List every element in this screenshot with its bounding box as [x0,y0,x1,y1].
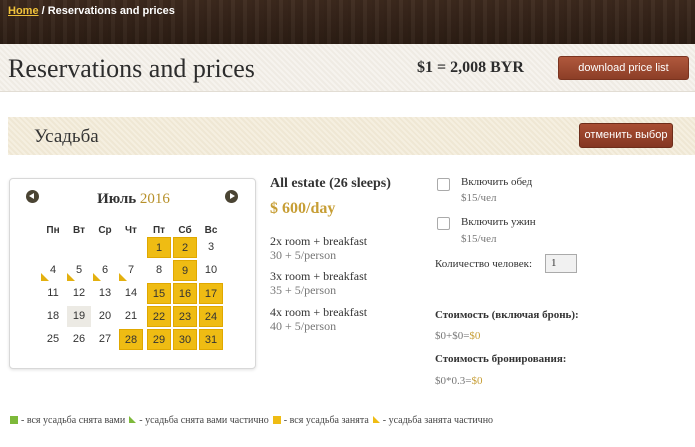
offer-title: All estate (26 sleeps) [270,176,391,191]
calendar-day[interactable]: 13 [93,283,117,304]
legend-item: - вся усадьба занята [272,415,369,426]
weekday-header: Сб [178,225,192,236]
breadcrumb-home-link[interactable]: Home [8,5,39,17]
legend-triangle-icon [372,416,380,423]
calendar-day[interactable]: 6 [93,260,117,281]
calendar-day[interactable]: 7 [119,260,143,281]
calendar-day[interactable]: 25 [41,329,65,350]
weekday-header: Ср [98,225,112,236]
calendar-day[interactable]: 27 [93,329,117,350]
calendar-title: Июль 2016 [10,191,257,208]
booking-cost-expression: $0*0.3= [435,375,472,387]
calendar-day[interactable]: 28 [119,329,143,350]
offer-price: $ 600/day [270,200,336,217]
calendar-day[interactable]: 16 [173,283,197,304]
legend-label: - усадьба занята частично [382,415,494,426]
calendar-day[interactable]: 22 [147,306,171,327]
estate-band: Усадьба отменить выбор [8,117,695,155]
people-count-input[interactable]: 1 [545,254,577,273]
lunch-label: Включить обед [461,176,533,188]
calendar-day[interactable]: 9 [173,260,197,281]
breadcrumb-current: Reservations and prices [47,5,175,17]
breadcrumb-separator: / [38,5,48,17]
legend-item: - усадьба занята частично [372,415,494,426]
calendar-day[interactable]: 21 [119,306,143,327]
legend-square-icon [272,416,281,424]
calendar-day[interactable]: 14 [119,283,143,304]
calendar-day[interactable]: 5 [67,260,91,281]
calendar-day[interactable]: 2 [173,237,197,258]
total-cost-formula: $0+$0=$0 [435,330,480,342]
next-month-icon[interactable] [225,190,238,203]
calendar-day[interactable]: 19 [67,306,91,327]
calendar: Июль 2016 Пн Вт Ср Чт Пт Сб Вс 1 2 3 4 5 6 7 8 9 10 11 12 1… [9,178,256,369]
legend-label: - усадьба снята вами частично [139,415,269,426]
booking-cost-formula: $0*0.3=$0 [435,375,482,387]
cancel-selection-button[interactable]: отменить выбор [579,123,673,148]
option-price: 40 + 5/person [270,319,337,333]
total-cost-expression: $0+$0= [435,330,470,342]
lunch-checkbox[interactable] [437,178,450,191]
calendar-legend: - вся усадьба снята вами - усадьба снята … [10,415,497,426]
dinner-checkbox[interactable] [437,217,450,230]
option-price: 35 + 5/person [270,283,337,297]
legend-label: - вся усадьба снята вами [21,415,126,426]
people-count-label: Количество человек: [435,258,533,270]
calendar-month: Июль [97,191,137,207]
booking-cost-label: Стоимость бронирования: [435,353,567,365]
calendar-day[interactable]: 1 [147,237,171,258]
lunch-price: $15/чел [461,192,497,204]
calendar-day[interactable]: 10 [199,260,223,281]
top-bar: Home / Reservations and prices [0,0,695,44]
booking-cost-result: $0 [471,375,483,387]
calendar-day[interactable]: 26 [67,329,91,350]
option-title: 3x room + breakfast [270,269,368,283]
estate-name: Усадьба [34,126,99,147]
calendar-day[interactable]: 23 [173,306,197,327]
weekday-header: Вс [204,225,218,236]
weekday-header: Пн [46,225,60,236]
calendar-day[interactable]: 15 [147,283,171,304]
calendar-year: 2016 [139,191,170,207]
page-title: Reservations and prices [8,54,255,83]
exchange-rate: $1 = 2,008 BYR [417,59,524,76]
calendar-day[interactable]: 11 [41,283,65,304]
calendar-day[interactable]: 29 [147,329,171,350]
legend-item: - усадьба снята вами частично [129,415,269,426]
calendar-day[interactable]: 17 [199,283,223,304]
dinner-price: $15/чел [461,233,497,245]
calendar-day[interactable]: 4 [41,260,65,281]
legend-item: - вся усадьба снята вами [10,415,125,426]
legend-label: - вся усадьба занята [283,415,369,426]
option-title: 4x room + breakfast [270,305,368,319]
calendar-day[interactable]: 31 [199,329,223,350]
legend-square-icon [10,416,18,424]
weekday-header: Вт [73,225,85,236]
calendar-day[interactable]: 20 [93,306,117,327]
calendar-day[interactable]: 18 [41,306,65,327]
calendar-day[interactable]: 12 [67,283,91,304]
page-header: Reservations and prices $1 = 2,008 BYR d… [0,44,695,92]
download-price-list-button[interactable]: download price list [558,56,689,80]
calendar-day[interactable]: 30 [173,329,197,350]
calendar-day[interactable]: 3 [199,237,223,258]
weekday-header: Пт [152,225,166,236]
legend-triangle-icon [129,416,137,423]
weekday-header: Чт [125,225,137,236]
option-price: 30 + 5/person [270,248,337,262]
dinner-label: Включить ужин [461,216,536,228]
total-cost-label: Стоимость (включая бронь): [435,309,579,321]
calendar-day[interactable]: 8 [147,260,171,281]
total-cost-result: $0 [469,330,481,342]
calendar-day[interactable]: 24 [199,306,223,327]
breadcrumb: Home / Reservations and prices [8,5,175,17]
option-title: 2x room + breakfast [270,234,368,248]
